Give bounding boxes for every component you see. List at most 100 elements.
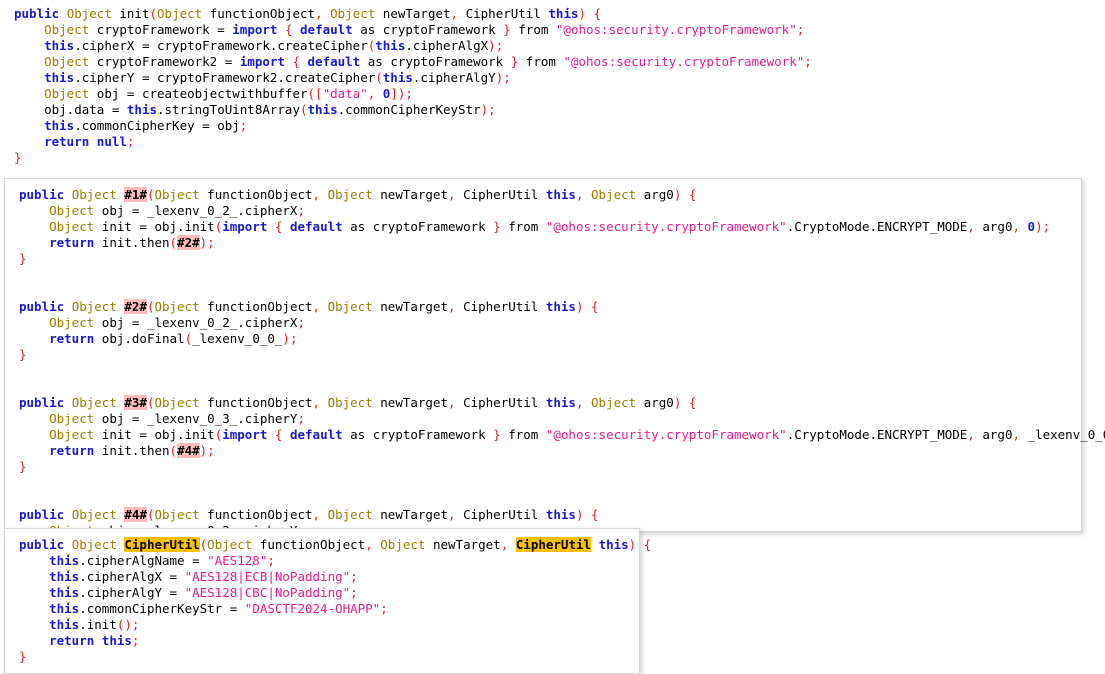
code-token: ; [240, 118, 248, 133]
code-token [89, 134, 97, 149]
code-token: public [19, 395, 64, 410]
code-line: Object init = obj.init(import { default … [19, 427, 1081, 443]
code-line: Object obj = _lexenv_0_2_.cipherX; [19, 203, 1081, 219]
code-token[interactable]: #4# [177, 443, 200, 458]
code-token[interactable]: CipherUtil [516, 537, 591, 552]
code-token: ) [576, 507, 584, 522]
code-token: ) [576, 299, 584, 314]
code-token [292, 22, 300, 37]
code-token: newTarget [373, 395, 448, 410]
code-token[interactable]: CipherUtil [124, 537, 199, 552]
code-token: ; [797, 22, 805, 37]
code-token [64, 395, 72, 410]
code-token [681, 187, 689, 202]
code-token: CipherUtil [458, 6, 548, 21]
code-token: .stringToUint8Array [157, 102, 300, 117]
code-token: obj = _lexenv_0_2_.cipherX [94, 203, 297, 218]
code-token: "@ohos:security.cryptoFramework" [563, 54, 804, 69]
code-token: ; [132, 617, 140, 632]
code-token: this [44, 38, 74, 53]
code-token [584, 395, 592, 410]
code-token: Object [591, 395, 636, 410]
code-token: Object [72, 507, 117, 522]
code-token: functionObject [200, 187, 313, 202]
code-token: this [599, 537, 629, 552]
code-token: ; [207, 235, 215, 250]
code-token: ; [297, 411, 305, 426]
code-token: this [49, 585, 79, 600]
code-line: } [14, 150, 1105, 166]
code-token: { [689, 187, 697, 202]
code-line: return init.then(#4#); [19, 443, 1081, 459]
code-token: { [591, 507, 599, 522]
code-line: this.cipherY = cryptoFramework2.createCi… [14, 70, 1105, 86]
code-token [19, 235, 49, 250]
code-block[interactable]: public Object init(Object functionObject… [0, 0, 1105, 166]
code-token[interactable]: #3# [124, 395, 147, 410]
code-token: CipherUtil [456, 507, 546, 522]
code-token: default [308, 54, 361, 69]
code-token [584, 187, 592, 202]
code-token: import [232, 22, 277, 37]
code-token: ; [804, 54, 812, 69]
code-token: } [19, 347, 27, 362]
code-token[interactable]: #2# [124, 299, 147, 314]
code-token [19, 569, 49, 584]
code-token: ; [207, 443, 215, 458]
code-token: CipherUtil [456, 187, 546, 202]
code-token: .cipherAlgY [413, 70, 496, 85]
constructor-CipherUtil[interactable]: public Object CipherUtil(Object function… [4, 528, 640, 674]
code-token [584, 299, 592, 314]
code-line: public Object init(Object functionObject… [14, 6, 1105, 22]
code-token: , [448, 507, 456, 522]
code-token: Object [44, 54, 89, 69]
code-token: "AES128" [207, 553, 267, 568]
code-token: from [511, 22, 556, 37]
code-token: return [49, 331, 94, 346]
code-token: { [644, 537, 652, 552]
code-token: this [49, 617, 79, 632]
code-token [19, 427, 49, 442]
code-token[interactable]: #4# [124, 507, 147, 522]
code-line: return init.then(#2#); [19, 235, 1081, 251]
anonymous-functions-group[interactable]: public Object #1# ( Object functionObject,… [4, 178, 1082, 532]
code-token: .commonCipherKeyStr = [79, 601, 245, 616]
code-token: { [591, 299, 599, 314]
code-token[interactable]: #2# [177, 235, 200, 250]
code-token: arg0 [636, 187, 674, 202]
code-token: Object [154, 187, 199, 202]
code-token: newTarget [373, 299, 448, 314]
code-line [19, 363, 1081, 379]
code-token: ; [127, 134, 135, 149]
code-token: public [19, 187, 64, 202]
code-token [300, 54, 308, 69]
code-token: , [967, 427, 975, 442]
code-line: this.commonCipherKey = obj; [14, 118, 1105, 134]
code-token: init = obj.init [94, 427, 214, 442]
code-token: obj = _lexenv_0_2_.cipherX [94, 315, 297, 330]
code-line: public Object #3#(Object functionObject,… [19, 395, 1081, 411]
code-block[interactable]: public Object CipherUtil(Object function… [5, 529, 639, 665]
code-token: , [365, 537, 373, 552]
code-token: return [49, 633, 94, 648]
code-token: .cipherX = cryptoFramework.createCipher [74, 38, 368, 53]
code-token [59, 6, 67, 21]
code-token: this [546, 395, 576, 410]
code-token: .cipherAlgX [405, 38, 488, 53]
code-token: , [448, 187, 456, 202]
code-token[interactable]: #1# [124, 187, 147, 202]
function-init[interactable]: public Object init(Object functionObject… [0, 0, 1105, 170]
code-token: ( [185, 331, 193, 346]
code-token: .CryptoMode.ENCRYPT_MODE [787, 219, 968, 234]
code-token [282, 427, 290, 442]
code-token: { [292, 54, 300, 69]
code-token [64, 299, 72, 314]
code-token [636, 537, 644, 552]
code-token: CipherUtil [456, 299, 546, 314]
code-token: 0 [1028, 219, 1036, 234]
code-token: public [14, 6, 59, 21]
code-token: , [451, 6, 459, 21]
code-line: Object cryptoFramework2 = import { defau… [14, 54, 1105, 70]
code-block[interactable]: public Object #1# ( Object functionObject,… [5, 179, 1081, 571]
code-token: _lexenv_0_0_ [1020, 427, 1105, 442]
